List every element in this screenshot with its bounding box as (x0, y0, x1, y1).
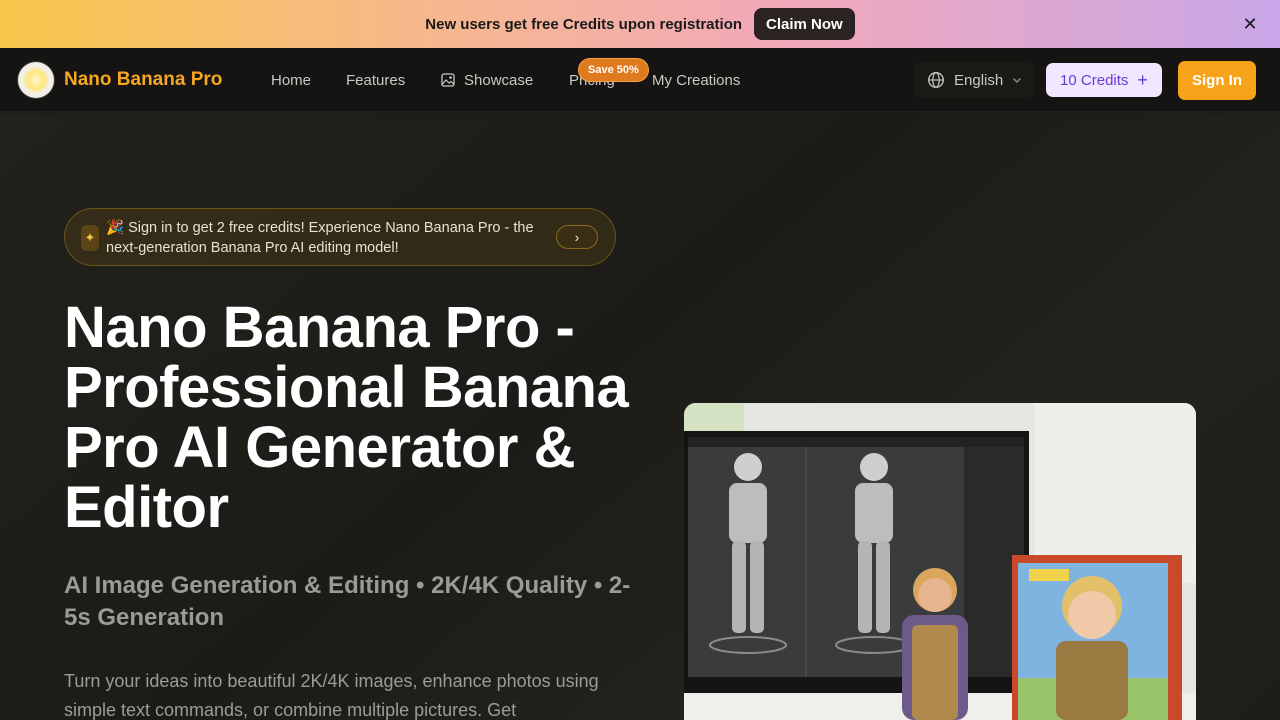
globe-icon (928, 72, 944, 88)
nav-home-link[interactable]: Home (271, 72, 311, 89)
chevron-right-icon[interactable]: › (556, 225, 598, 249)
announcement-text: 🎉 Sign in to get 2 free credits! Experie… (106, 220, 534, 256)
hero-description: Turn your ideas into beautiful 2K/4K ima… (64, 671, 599, 720)
nav-features-link[interactable]: Features (346, 72, 405, 89)
chevron-down-icon (1013, 78, 1022, 83)
brand-name: Nano Banana Pro (64, 69, 223, 90)
nav-showcase-label: Showcase (464, 71, 534, 89)
announcement-pill[interactable]: ✦ 🎉 Sign in to get 2 free credits! Exper… (64, 208, 616, 266)
nav-showcase-link[interactable]: Showcase (441, 72, 533, 89)
language-selector[interactable]: English (914, 62, 1034, 98)
claim-now-button[interactable]: Claim Now (754, 8, 855, 40)
credits-label: 10 Credits (1060, 71, 1129, 89)
sparkles-icon: ✦ (81, 225, 99, 251)
hero-subtitle: AI Image Generation & Editing • 2K/4K Qu… (64, 572, 631, 631)
logo-icon (18, 62, 54, 98)
promo-text: New users get free Credits upon registra… (425, 15, 743, 33)
page-title: Nano Banana Pro - Professional Banana Pr… (64, 295, 629, 540)
promo-banner: New users get free Credits upon registra… (0, 0, 1280, 48)
close-icon[interactable]: ✕ (1240, 14, 1260, 34)
brand-logo-link[interactable]: Nano Banana Pro (18, 62, 222, 98)
credits-button[interactable]: 10 Credits + (1046, 63, 1162, 97)
sign-in-button[interactable]: Sign In (1178, 61, 1256, 100)
showcase-icon (441, 73, 455, 87)
plus-icon: + (1137, 69, 1148, 90)
hero-showcase-image (684, 403, 1196, 720)
showcase-illustration (684, 403, 1196, 720)
nav-my-creations-link[interactable]: My Creations (652, 72, 740, 89)
language-label: English (954, 71, 1004, 89)
save-badge: Save 50% (578, 58, 649, 82)
